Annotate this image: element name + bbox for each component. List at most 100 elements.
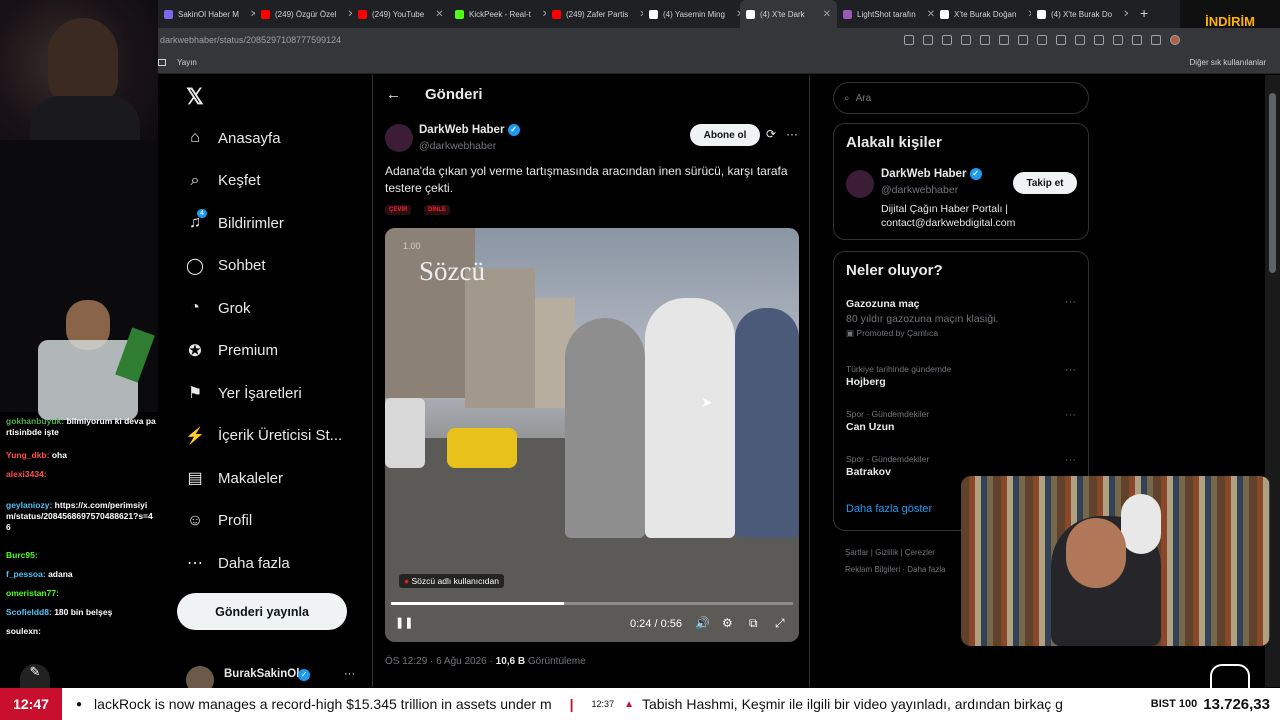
trend-item[interactable]: Türkiye tarihinde gündemde Hojberg ··· (846, 364, 1076, 388)
related-bio: Dijital Çağın Haber Portalı | contact@da… (881, 203, 1016, 229)
address-url[interactable]: darkwebhaber/status/2085297108777599124 (158, 35, 341, 45)
tab-close-icon[interactable]: ✕ (244, 9, 255, 20)
browser-tab[interactable]: (249) YouTube ✕ (352, 0, 449, 28)
browser-tab[interactable]: (4) X'te Dark ✕ (740, 0, 837, 28)
back-arrow-icon[interactable]: ← (386, 86, 401, 103)
related-handle[interactable]: @darkwebhaber (881, 184, 958, 196)
more-options-icon[interactable]: ··· (344, 668, 355, 680)
browser-tab[interactable]: (249) Zafer Partis ✕ (546, 0, 643, 28)
video-progress-track[interactable] (391, 602, 793, 605)
star-icon[interactable] (961, 35, 971, 45)
search-input[interactable] (855, 92, 1056, 104)
extension-icon[interactable] (999, 35, 1009, 45)
tab-close-icon[interactable]: ✕ (429, 9, 443, 20)
tab-close-icon[interactable]: ✕ (1117, 9, 1128, 20)
trend-context: Spor · Gündemdekiler (846, 454, 930, 464)
more-options-icon[interactable]: ··· (786, 127, 798, 141)
ticker-bullet-icon: ● (76, 698, 83, 710)
search-icon: ⌕ (190, 171, 200, 189)
sidebar-icon[interactable] (1113, 35, 1123, 45)
fullscreen-icon[interactable]: ⤢ (775, 616, 785, 631)
nav-item-premium[interactable]: ✪ Premium (186, 342, 278, 360)
other-bookmarks[interactable]: Diğer sık kullanılanlar (1190, 58, 1280, 67)
address-bar[interactable]: darkwebhaber/status/2085297108777599124 (158, 28, 1280, 52)
extension-icon[interactable] (1018, 35, 1028, 45)
pause-icon[interactable]: ❚❚ (395, 616, 413, 629)
nav-item-more[interactable]: ⋯ Daha fazla (186, 554, 290, 573)
nav-item-profile[interactable]: ☺ Profil (186, 512, 252, 530)
more-options-icon[interactable]: ··· (1065, 454, 1076, 466)
browser-tab[interactable]: SakinOl Haber M ✕ (158, 0, 255, 28)
extension-icon[interactable] (980, 35, 990, 45)
article-icon: ▤ (187, 470, 203, 487)
show-more-link[interactable]: Daha fazla göster (846, 503, 932, 515)
footer-ads[interactable]: Reklam Bilgileri (845, 565, 900, 574)
trend-item[interactable]: Spor · Gündemdekiler Batrakov ··· (846, 454, 1076, 478)
video-player[interactable]: Sözcü 1.00 ● Sözcü adlı kullanıcıdan ❚❚ … (385, 228, 799, 642)
screenshot-icon[interactable] (904, 35, 914, 45)
new-tab-button[interactable]: + (1140, 5, 1148, 21)
account-switcher[interactable]: BurakSakinOl ✓ ··· (186, 664, 366, 694)
browser-tab[interactable]: LightShot tarafın ✕ (837, 0, 934, 28)
related-avatar[interactable] (846, 170, 874, 198)
more-options-icon[interactable]: ··· (1065, 409, 1076, 421)
nav-item-bookmark[interactable]: ⚑ Yer İşaretleri (186, 384, 302, 403)
footer-cookies[interactable]: Çerezler (905, 548, 935, 557)
browser-tab[interactable]: (4) Yasemin Ming ✕ (643, 0, 740, 28)
browser-tab[interactable]: KickPeek - Real-t ✕ (449, 0, 546, 28)
x-logo-icon[interactable]: 𝕏 (186, 84, 204, 110)
author-handle[interactable]: @darkwebhaber (419, 140, 496, 152)
translate-button[interactable]: ÇEVİR (385, 205, 412, 215)
tab-close-icon[interactable]: ✕ (730, 9, 740, 20)
extension-icon[interactable] (1056, 35, 1066, 45)
tab-close-icon[interactable]: ✕ (536, 9, 546, 20)
browser-tab[interactable]: (4) X'te Burak Do ✕ (1031, 0, 1128, 28)
profile-avatar-icon[interactable] (1170, 35, 1180, 45)
nav-item-search[interactable]: ⌕ Keşfet (186, 172, 261, 190)
footer-privacy[interactable]: Gizlilik (875, 548, 898, 557)
favorites-icon[interactable] (1132, 35, 1142, 45)
post-timestamp[interactable]: ÖS 12:29 · 6 Ağu 2026 · (385, 656, 493, 667)
browser-tab[interactable]: X'te Burak Doğan ✕ (934, 0, 1031, 28)
nav-item-home[interactable]: ⌂ Anasayfa (186, 129, 280, 147)
bookmark-yayin[interactable]: Yayın (177, 58, 197, 67)
tab-close-icon[interactable]: ✕ (921, 9, 934, 20)
reader-icon[interactable] (942, 35, 952, 45)
scrollbar-thumb[interactable] (1269, 93, 1276, 273)
tab-close-icon[interactable]: ✕ (341, 9, 352, 20)
extension-icon[interactable] (1037, 35, 1047, 45)
settings-icon[interactable]: ⚙ (722, 616, 733, 630)
trend-item[interactable]: Spor · Gündemdekiler Can Uzun ··· (846, 409, 1076, 433)
pip-icon[interactable]: ⧉ (749, 616, 758, 631)
listen-button[interactable]: DİNLE (424, 205, 450, 215)
extensions-puzzle-icon[interactable] (1094, 35, 1104, 45)
grok-icon[interactable]: ⟳ (766, 127, 776, 141)
follow-button[interactable]: Takip et (1013, 172, 1077, 194)
tab-close-icon[interactable]: ✕ (817, 9, 831, 20)
zoom-icon[interactable] (923, 35, 933, 45)
subscribe-button[interactable]: Abone ol (690, 124, 760, 146)
author-avatar[interactable] (385, 124, 413, 152)
chat-username: Burc95: (6, 550, 38, 560)
volume-icon[interactable]: 🔊 (695, 616, 710, 630)
nav-item-grok[interactable]: ◔ Grok (186, 299, 250, 317)
footer-terms[interactable]: Şartlar (845, 548, 869, 557)
more-options-icon[interactable]: ··· (1065, 364, 1076, 376)
post-button[interactable]: Gönderi yayınla (177, 593, 347, 630)
tab-close-icon[interactable]: ✕ (1021, 9, 1031, 20)
related-name[interactable]: DarkWeb Haber (881, 168, 966, 180)
nav-item-bell[interactable]: ♫ Bildirimler 4 (186, 209, 284, 232)
more-options-icon[interactable]: ··· (1065, 296, 1076, 308)
trend-item[interactable]: Gazozuna maç 80 yıldır gazozuna maçın kla… (846, 296, 1076, 339)
browser-tab[interactable]: (249) Özgür Özel ✕ (255, 0, 352, 28)
ticker-time-2: 12:37 (591, 699, 615, 709)
nav-item-creator[interactable]: ⚡ İçerik Üreticisi St... (185, 427, 342, 445)
tab-close-icon[interactable]: ✕ (633, 9, 643, 20)
collections-icon[interactable] (1151, 35, 1161, 45)
nav-item-article[interactable]: ▤ Makaleler (186, 469, 283, 488)
search-box[interactable]: ⌕ (833, 82, 1089, 114)
footer-more[interactable]: Daha fazla (907, 565, 945, 574)
author-name[interactable]: DarkWeb Haber (419, 124, 504, 136)
extension-icon[interactable] (1075, 35, 1085, 45)
nav-item-chat[interactable]: ◯ Sohbet (186, 257, 266, 275)
